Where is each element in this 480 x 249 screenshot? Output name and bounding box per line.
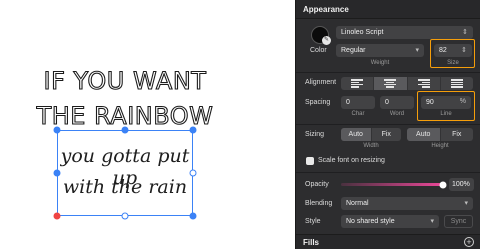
line-height-input[interactable]: 90 % (421, 96, 471, 109)
alignment-segmented-control[interactable] (341, 77, 473, 90)
fills-section-header: Fills + (296, 234, 480, 249)
resize-handle-bottom-right[interactable] (189, 212, 197, 220)
spacing-label: Spacing (305, 99, 331, 106)
fills-title: Fills (303, 238, 320, 247)
chevron-up-down-icon: ⇕ (462, 29, 468, 36)
resize-handle-right[interactable] (189, 169, 197, 177)
opacity-slider-track[interactable] (341, 183, 443, 186)
align-justify-icon (450, 79, 463, 88)
scale-font-checkbox[interactable] (306, 157, 314, 165)
resize-handle-left[interactable] (53, 169, 61, 177)
blending-label: Blending (305, 200, 333, 207)
opacity-label: Opacity (305, 181, 329, 188)
scale-font-label: Scale font on resizing (318, 157, 385, 164)
word-spacing-input[interactable]: 0 (380, 96, 414, 109)
style-label: Style (305, 218, 321, 225)
sync-button[interactable]: Sync (444, 215, 473, 228)
font-weight-value: Regular (341, 47, 366, 54)
add-fill-icon[interactable]: + (464, 237, 474, 247)
line-label: Line (440, 111, 452, 117)
word-spacing-value: 0 (385, 99, 389, 106)
chevron-down-icon: ▾ (464, 200, 468, 207)
inspector-panel: Appearance ✎ Color Linoleo Script ⇕ Regu… (295, 0, 480, 249)
weight-label: Weight (370, 60, 390, 66)
line-height-unit: % (459, 98, 466, 105)
line-height-value: 90 (426, 99, 434, 106)
height-sizing-control[interactable]: Auto Fix (407, 128, 473, 141)
width-sizing-control[interactable]: Auto Fix (341, 128, 401, 141)
align-left-icon (351, 79, 364, 88)
align-justify-button[interactable] (439, 77, 473, 90)
opacity-slider-knob[interactable] (439, 181, 447, 188)
align-right-icon (417, 79, 430, 88)
divider (296, 124, 480, 125)
char-label: Char (351, 111, 365, 117)
alignment-label: Alignment (305, 79, 337, 86)
font-weight-select[interactable]: Regular ▾ (336, 44, 424, 57)
eyedropper-icon: ✎ (322, 36, 331, 45)
word-label: Word (389, 111, 405, 117)
height-auto-button[interactable]: Auto (407, 128, 440, 141)
resize-handle-top-left[interactable] (53, 126, 61, 134)
resize-handle-top[interactable] (121, 126, 129, 134)
appearance-section-title: Appearance (296, 0, 480, 19)
align-left-button[interactable] (341, 77, 373, 90)
chevron-down-icon: ▾ (430, 218, 434, 225)
resize-handle-bottom-left[interactable] (53, 212, 61, 220)
sizing-label: Sizing (305, 131, 325, 138)
divider (296, 72, 480, 73)
resize-handle-top-right[interactable] (189, 126, 197, 134)
font-size-value: 82 (439, 47, 447, 54)
font-family-value: Linoleo Script (341, 29, 384, 36)
blending-value: Normal (346, 200, 369, 207)
script-text-line-2[interactable]: with the rain (50, 176, 200, 198)
opacity-input[interactable]: 100% (449, 178, 474, 191)
font-size-input[interactable]: 82 ⇕ (434, 44, 472, 57)
blending-select[interactable]: Normal ▾ (341, 197, 473, 210)
align-right-button[interactable] (406, 77, 440, 90)
color-label: Color (310, 47, 327, 54)
shared-style-value: No shared style (346, 218, 395, 225)
shared-style-select[interactable]: No shared style ▾ (341, 215, 439, 228)
height-fix-button[interactable]: Fix (439, 128, 474, 141)
chevron-down-icon: ▾ (415, 47, 419, 54)
opacity-value: 100% (452, 181, 470, 188)
width-auto-button[interactable]: Auto (341, 128, 371, 141)
resize-handle-bottom[interactable] (121, 212, 129, 220)
height-label: Height (431, 143, 449, 149)
align-center-icon (384, 79, 397, 88)
char-spacing-input[interactable]: 0 (341, 96, 375, 109)
headline-line-1[interactable]: IF YOU WANT (0, 66, 250, 95)
width-label: Width (363, 143, 379, 149)
size-label: Size (447, 60, 459, 66)
width-fix-button[interactable]: Fix (370, 128, 402, 141)
color-swatch[interactable]: ✎ (311, 26, 331, 45)
design-canvas[interactable]: IF YOU WANT THE RAINBOW you gotta put up… (0, 0, 295, 249)
align-center-button[interactable] (373, 77, 407, 90)
divider (296, 172, 480, 173)
char-spacing-value: 0 (346, 99, 350, 106)
stepper-icon: ⇕ (461, 47, 467, 54)
font-family-select[interactable]: Linoleo Script ⇕ (336, 26, 473, 39)
